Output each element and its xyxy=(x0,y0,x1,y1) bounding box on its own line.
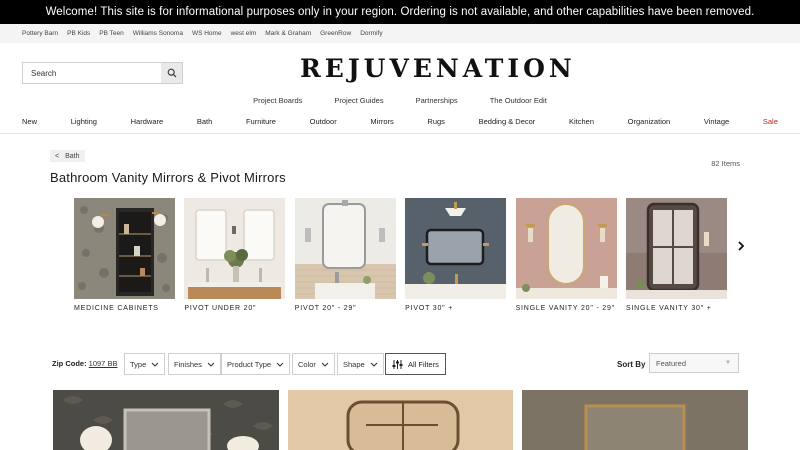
filter-color-dropdown[interactable]: Color xyxy=(292,353,335,375)
category-image xyxy=(625,198,727,299)
secondary-nav-item[interactable]: Project Guides xyxy=(334,96,383,108)
nav-item-furniture[interactable]: Furniture xyxy=(246,117,276,133)
brand-link[interactable]: Mark & Graham xyxy=(265,30,311,37)
chevron-down-icon xyxy=(321,362,329,367)
main-nav: New Lighting Hardware Bath Furniture Out… xyxy=(0,117,800,133)
all-filters-label: All Filters xyxy=(408,359,439,369)
filter-shape-dropdown[interactable]: Shape xyxy=(337,353,384,375)
category-image xyxy=(184,198,286,299)
nav-item-lighting[interactable]: Lighting xyxy=(71,117,97,133)
search-box xyxy=(22,62,183,84)
brand-link[interactable]: Williams Sonoma xyxy=(133,30,183,37)
category-image xyxy=(74,198,175,299)
category-card[interactable]: SINGLE VANITY 30" + xyxy=(625,198,727,318)
search-icon xyxy=(167,68,176,78)
nav-item-mirrors[interactable]: Mirrors xyxy=(370,117,393,133)
breadcrumb-label: Bath xyxy=(65,152,80,160)
filter-sliders-icon xyxy=(392,359,403,369)
filter-product-type-dropdown[interactable]: Product Type xyxy=(221,353,291,375)
nav-item-bath[interactable]: Bath xyxy=(197,117,212,133)
nav-item-sale[interactable]: Sale xyxy=(763,117,778,133)
secondary-nav-item[interactable]: The Outdoor Edit xyxy=(490,96,547,108)
chevron-down-icon xyxy=(207,362,215,367)
product-card[interactable] xyxy=(522,390,748,450)
category-image xyxy=(405,198,507,299)
brand-link[interactable]: Dormify xyxy=(360,30,382,37)
nav-item-hardware[interactable]: Hardware xyxy=(131,117,164,133)
chevron-down-icon xyxy=(370,362,378,367)
nav-item-bedding-decor[interactable]: Bedding & Decor xyxy=(479,117,536,133)
chevron-down-icon xyxy=(276,362,284,367)
search-input[interactable] xyxy=(23,63,161,83)
filter-label: Product Type xyxy=(227,359,272,369)
chevron-down-icon: ▼ xyxy=(725,360,731,366)
filter-label: Type xyxy=(130,359,147,369)
carousel-next-button[interactable] xyxy=(735,240,747,252)
brand-link[interactable]: Pottery Barn xyxy=(22,30,58,37)
filter-bar: Zip Code: 1097 BB Type Finishes Product … xyxy=(52,353,752,375)
category-label: SINGLE VANITY 30" + xyxy=(625,305,712,312)
site-logo[interactable]: REJUVENATION xyxy=(300,52,572,86)
sort-label: Sort By xyxy=(617,360,646,369)
nav-divider xyxy=(0,133,800,134)
zip-code: Zip Code: 1097 BB xyxy=(52,359,117,368)
category-label: PIVOT UNDER 20" xyxy=(184,305,257,312)
chevron-down-icon xyxy=(151,362,159,367)
filter-label: Shape xyxy=(343,359,365,369)
secondary-nav: Project Boards Project Guides Partnershi… xyxy=(0,96,800,108)
sort-value: Featured xyxy=(656,358,687,368)
site-banner: Welcome! This site is for informational … xyxy=(0,0,800,24)
item-count: 82 Items xyxy=(711,159,740,168)
nav-item-organization[interactable]: Organization xyxy=(628,117,671,133)
product-card[interactable] xyxy=(288,390,513,450)
brand-link[interactable]: GreenRow xyxy=(320,30,351,37)
zip-label: Zip Code: xyxy=(52,359,87,368)
chevron-left-icon: < xyxy=(55,152,60,160)
product-image xyxy=(522,390,748,450)
chevron-right-icon xyxy=(738,241,745,251)
search-button[interactable] xyxy=(161,63,182,83)
product-image xyxy=(53,390,279,450)
category-card[interactable]: PIVOT 20" - 29" xyxy=(294,198,396,318)
category-carousel: MEDICINE CABINETS PIVOT UNDER 20" PIVOT … xyxy=(74,198,727,318)
category-label: SINGLE VANITY 20" - 29" xyxy=(515,305,615,312)
category-label: PIVOT 30" + xyxy=(405,305,454,312)
category-card[interactable]: PIVOT 30" + xyxy=(405,198,507,318)
brand-link[interactable]: west elm xyxy=(231,30,257,37)
zip-link[interactable]: 1097 BB xyxy=(89,359,118,368)
brand-link[interactable]: PB Kids xyxy=(67,30,90,37)
filter-label: Color xyxy=(298,359,316,369)
filter-label: Finishes xyxy=(174,359,202,369)
brand-bar: Pottery Barn PB Kids PB Teen Williams So… xyxy=(0,24,800,43)
category-image xyxy=(515,198,617,299)
product-card[interactable] xyxy=(53,390,279,450)
category-card[interactable]: MEDICINE CABINETS xyxy=(74,198,175,318)
filter-type-dropdown[interactable]: Type xyxy=(124,353,166,375)
nav-item-vintage[interactable]: Vintage xyxy=(704,117,729,133)
category-card[interactable]: SINGLE VANITY 20" - 29" xyxy=(515,198,617,318)
nav-item-rugs[interactable]: Rugs xyxy=(427,117,445,133)
brand-link[interactable]: PB Teen xyxy=(99,30,123,37)
page-title: Bathroom Vanity Mirrors & Pivot Mirrors xyxy=(50,170,286,185)
banner-text: Welcome! This site is for informational … xyxy=(45,6,755,18)
nav-item-outdoor[interactable]: Outdoor xyxy=(310,117,337,133)
category-label: PIVOT 20" - 29" xyxy=(294,305,357,312)
category-card[interactable]: PIVOT UNDER 20" xyxy=(184,198,286,318)
brand-link[interactable]: WS Home xyxy=(192,30,222,37)
secondary-nav-item[interactable]: Partnerships xyxy=(416,96,458,108)
breadcrumb[interactable]: < Bath xyxy=(50,150,85,162)
category-image xyxy=(294,198,396,299)
all-filters-button[interactable]: All Filters xyxy=(385,353,446,375)
nav-item-kitchen[interactable]: Kitchen xyxy=(569,117,594,133)
category-label: MEDICINE CABINETS xyxy=(74,305,159,312)
nav-item-new[interactable]: New xyxy=(22,117,37,133)
secondary-nav-item[interactable]: Project Boards xyxy=(253,96,302,108)
filter-finishes-dropdown[interactable]: Finishes xyxy=(168,353,221,375)
sort-dropdown[interactable]: Featured ▼ xyxy=(649,353,739,373)
product-image xyxy=(288,390,513,450)
